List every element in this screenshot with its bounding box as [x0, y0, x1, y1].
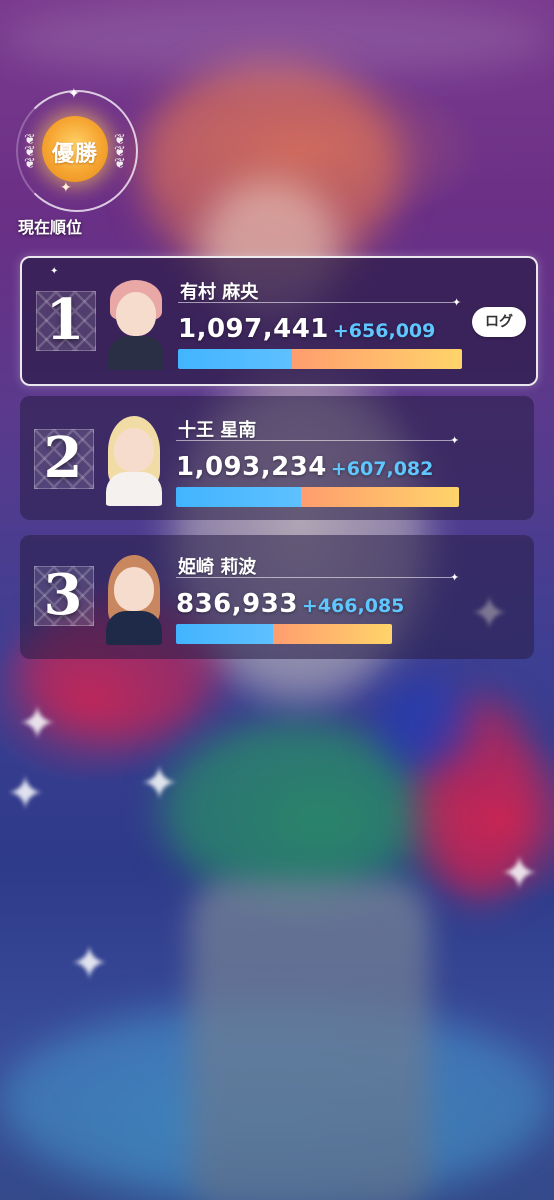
log-button[interactable]: ログ: [472, 307, 526, 337]
score-row: 1,093,234 +607,082: [176, 452, 433, 482]
avatar: [104, 410, 164, 506]
sparkle-icon: ✦: [50, 266, 59, 277]
score-row: 1,097,441 +656,009: [178, 314, 435, 344]
score-bar-base: [178, 349, 292, 369]
divider: [178, 302, 454, 303]
laurel-right-icon: ❦ ❦ ❦: [114, 132, 126, 172]
score-value: 1,093,234: [176, 452, 327, 482]
score-delta: +466,085: [301, 595, 405, 617]
sparkle-icon: ✦: [450, 571, 460, 584]
idol-name: 十王 星南: [178, 420, 257, 441]
rank-number: 1: [45, 287, 85, 353]
score-row: 836,933 +466,085: [176, 589, 404, 619]
ranking-card-2[interactable]: 2 十王 星南 ✦ 1,093,234 +607,082: [20, 396, 534, 520]
medal-label: 優勝: [51, 142, 98, 167]
rank-number: 2: [43, 425, 83, 491]
avatar: [104, 549, 164, 645]
idol-name: 有村 麻央: [180, 282, 259, 303]
rank-number: 3: [43, 562, 83, 628]
score-bar-gain: [292, 349, 462, 369]
sparkle-icon: ✦: [68, 86, 80, 102]
ranking-card-1[interactable]: ✦ 1 有村 麻央 ✦ 1,097,441 +656,009 ログ: [20, 256, 538, 386]
score-bar-base: [176, 624, 273, 644]
sparkle-icon: ✦: [450, 434, 460, 447]
sparkle-icon: ✦: [452, 296, 462, 309]
score-value: 1,097,441: [178, 314, 329, 344]
score-bar: [176, 487, 459, 507]
divider: [176, 440, 452, 441]
sparkle-icon: ✦: [60, 180, 72, 196]
idol-name: 姫崎 莉波: [178, 557, 257, 578]
score-bar-base: [176, 487, 301, 507]
badge-caption: 現在順位: [18, 218, 83, 237]
score-delta: +656,009: [332, 320, 436, 342]
score-bar-gain: [273, 624, 392, 644]
laurel-left-icon: ❦ ❦ ❦: [24, 132, 36, 172]
current-rank-badge: ✦ ✦ 優勝 ❦ ❦ ❦ ❦ ❦ ❦ 現在順位: [10, 86, 138, 237]
avatar: [106, 274, 166, 370]
score-bar: [176, 624, 392, 644]
ranking-card-3[interactable]: 3 姫崎 莉波 ✦ 836,933 +466,085: [20, 535, 534, 659]
score-delta: +607,082: [330, 458, 434, 480]
score-bar-gain: [301, 487, 459, 507]
divider: [176, 577, 452, 578]
score-value: 836,933: [176, 589, 298, 619]
score-bar: [178, 349, 462, 369]
